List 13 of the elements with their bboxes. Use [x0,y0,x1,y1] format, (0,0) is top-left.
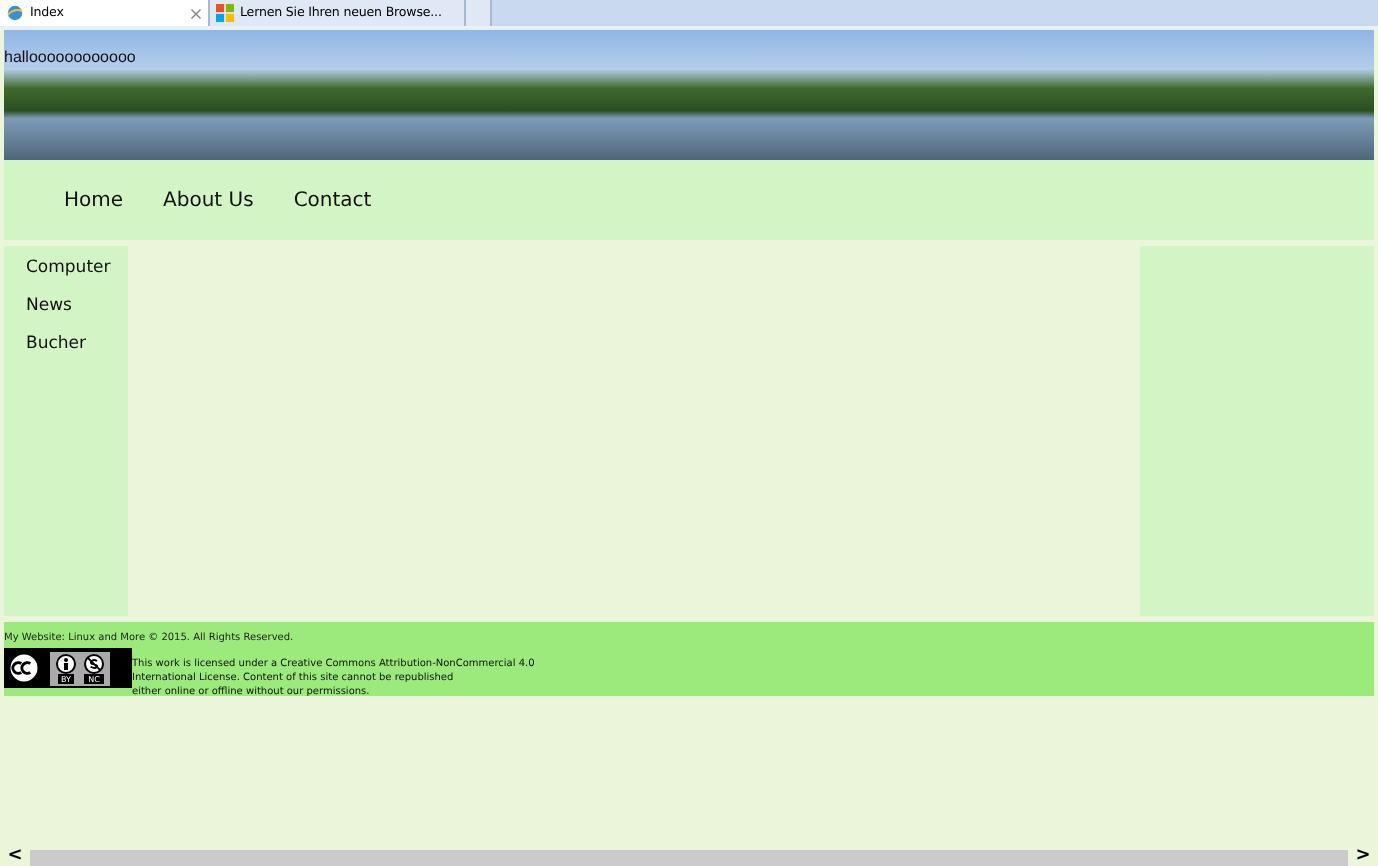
close-icon[interactable] [190,7,202,19]
sidebar-link[interactable]: Computer [26,258,128,278]
globe-icon [6,4,24,22]
scroll-right-button[interactable]: > [1348,848,1378,866]
sidebar-link[interactable]: Bucher [26,334,128,354]
scroll-left-button[interactable]: < [0,848,30,866]
windows-logo-icon [216,4,234,22]
nav-link[interactable]: Home [64,189,124,211]
banner-text: halloooooooooooo [4,48,136,66]
nav-link[interactable]: About Us [163,189,254,211]
sidebar-link[interactable]: News [26,296,128,316]
nav-link[interactable]: Contact [293,189,372,211]
cc-icon [6,650,42,686]
